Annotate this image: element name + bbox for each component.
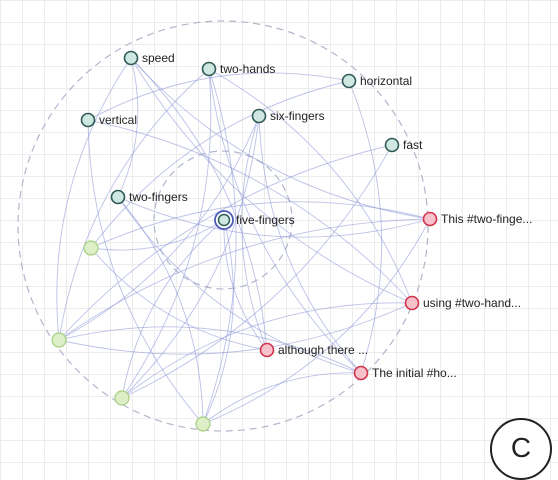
edge-doc1-g4	[202, 218, 431, 425]
node-two-fingers[interactable]: two-fingers	[110, 189, 188, 205]
node-g2[interactable]	[51, 332, 67, 348]
node-label: using #two-hand...	[423, 296, 521, 310]
node-vertical[interactable]: vertical	[80, 112, 138, 128]
graph-canvas: speed two-hands horizontal vertical six-fing…	[17, 20, 533, 432]
node-marker	[80, 112, 96, 128]
node-marker	[195, 416, 211, 432]
node-marker	[110, 189, 126, 205]
edge-doc4-six-fingers	[258, 115, 362, 374]
node-two-hands[interactable]: two-hands	[201, 61, 276, 77]
corner-badge: C	[490, 418, 552, 480]
node-five-fingers[interactable]: five-fingers	[214, 210, 295, 230]
node-marker	[83, 240, 99, 256]
node-marker	[251, 108, 267, 124]
node-label: This #two-finge...	[441, 212, 532, 226]
node-marker	[259, 342, 275, 358]
edge-six-fingers-g3	[121, 115, 260, 399]
edge-doc2-speed	[130, 57, 413, 304]
edge-vertical-g4	[87, 119, 204, 425]
node-label: speed	[142, 51, 175, 65]
node-g4[interactable]	[195, 416, 211, 432]
node-horizontal[interactable]: horizontal	[341, 73, 413, 89]
node-label: horizontal	[360, 74, 412, 88]
node-marker	[422, 211, 438, 227]
node-label: five-fingers	[236, 213, 295, 227]
node-label: The initial #ho...	[372, 366, 457, 380]
node-six-fingers[interactable]: six-fingers	[251, 108, 325, 124]
node-marker	[217, 213, 231, 227]
node-marker	[353, 365, 369, 381]
edge-five-fingers-g4	[202, 219, 234, 425]
node-doc4[interactable]: The initial #ho...	[353, 365, 457, 381]
node-marker	[51, 332, 67, 348]
node-label: fast	[403, 138, 423, 152]
edge-doc4-g4	[202, 372, 362, 425]
edge-fast-g2	[58, 144, 393, 341]
edge-two-fingers-g4	[117, 196, 204, 425]
node-g3[interactable]	[114, 390, 130, 406]
node-speed[interactable]: speed	[123, 50, 175, 66]
edge-horizontal-doc4	[348, 80, 383, 374]
edge-five-fingers-g1	[90, 219, 225, 251]
node-marker	[201, 61, 217, 77]
node-layer: speed two-hands horizontal vertical six-fing…	[51, 50, 533, 432]
node-label: although there ...	[278, 343, 368, 357]
edge-fast-g3	[121, 144, 393, 399]
node-marker	[341, 73, 357, 89]
edge-two-hands-g4	[202, 68, 237, 425]
node-doc2[interactable]: using #two-hand...	[404, 295, 522, 311]
edge-two-hands-g2	[58, 68, 210, 341]
node-doc3[interactable]: although there ...	[259, 342, 369, 358]
node-marker	[114, 390, 130, 406]
node-label: six-fingers	[270, 109, 325, 123]
node-g1[interactable]	[83, 240, 99, 256]
node-marker	[404, 295, 420, 311]
node-marker	[123, 50, 139, 66]
edge-speed-doc3	[130, 57, 268, 351]
node-label: two-fingers	[129, 190, 188, 204]
node-label: two-hands	[220, 62, 275, 76]
node-label: vertical	[99, 113, 137, 127]
node-fast[interactable]: fast	[384, 137, 424, 153]
node-marker	[384, 137, 400, 153]
node-doc1[interactable]: This #two-finge...	[422, 211, 533, 227]
